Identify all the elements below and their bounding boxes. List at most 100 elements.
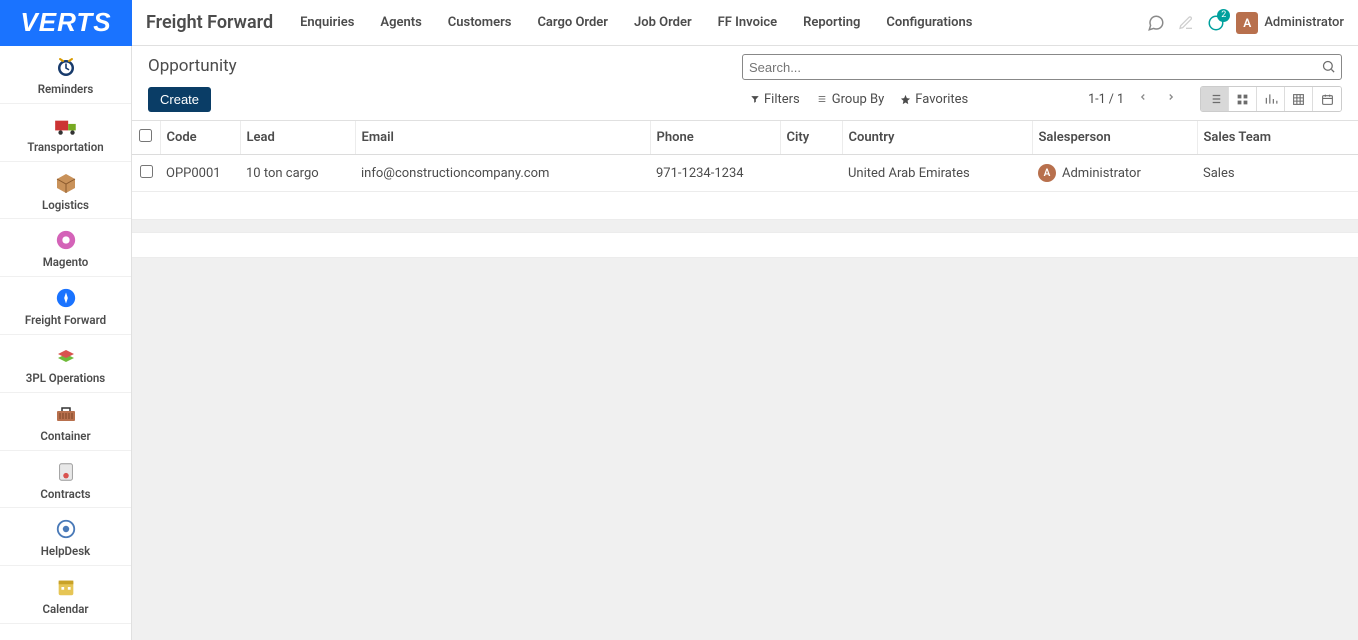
salesperson-name: Administrator [1062, 166, 1141, 181]
content-gap [132, 220, 1358, 232]
search-input[interactable] [742, 54, 1342, 80]
col-sales-team[interactable]: Sales Team [1197, 121, 1358, 155]
page-title: Opportunity [148, 54, 237, 76]
content-strip [132, 232, 1358, 258]
sidebar-label: HelpDesk [41, 545, 90, 559]
app-title[interactable]: Freight Forward [132, 12, 287, 33]
col-salesperson[interactable]: Salesperson [1032, 121, 1197, 155]
user-menu[interactable]: A Administrator [1236, 12, 1344, 34]
groupby-label: Group By [832, 92, 885, 107]
col-city[interactable]: City [780, 121, 842, 155]
col-lead[interactable]: Lead [240, 121, 355, 155]
sidebar-label: Container [40, 430, 90, 444]
sidebar-item-reminders[interactable]: Reminders [0, 46, 131, 104]
control-panel: Opportunity Create Filters Group By [132, 46, 1358, 121]
table-footer-row [132, 192, 1358, 220]
menu-customers[interactable]: Customers [435, 0, 525, 46]
calendar-icon [53, 574, 79, 600]
menu-job-order[interactable]: Job Order [621, 0, 705, 46]
view-switcher [1200, 86, 1342, 112]
support-icon [53, 516, 79, 542]
sidebar-item-3pl-operations[interactable]: 3PL Operations [0, 335, 131, 393]
avatar: A [1236, 12, 1258, 34]
menu-configurations[interactable]: Configurations [873, 0, 985, 46]
search-wrap [742, 54, 1342, 80]
sidebar-label: Magento [43, 256, 89, 270]
cell-country: United Arab Emirates [842, 155, 1032, 192]
col-code[interactable]: Code [160, 121, 240, 155]
pager-text: 1-1 / 1 [1088, 92, 1124, 107]
view-pivot-button[interactable] [1285, 87, 1313, 111]
filters-label: Filters [764, 92, 800, 107]
notifications-count: 2 [1217, 9, 1230, 22]
sidebar-item-container[interactable]: Container [0, 393, 131, 451]
menu-ff-invoice[interactable]: FF Invoice [705, 0, 790, 46]
sidebar-label: Reminders [38, 83, 94, 97]
menu-cargo-order[interactable]: Cargo Order [524, 0, 621, 46]
pager-prev[interactable] [1134, 89, 1152, 109]
create-button[interactable]: Create [148, 87, 211, 112]
view-calendar-button[interactable] [1313, 87, 1341, 111]
pager-next[interactable] [1162, 89, 1180, 109]
view-kanban-button[interactable] [1229, 87, 1257, 111]
username: Administrator [1264, 15, 1344, 30]
sidebar-item-magento[interactable]: Magento [0, 219, 131, 277]
cell-sales-team: Sales [1197, 155, 1358, 192]
top-navbar: VERTS Freight Forward Enquiries Agents C… [0, 0, 1358, 46]
sidebar-label: Logistics [42, 199, 89, 213]
cell-phone: 971-1234-1234 [650, 155, 780, 192]
discuss-icon[interactable] [1146, 13, 1166, 33]
sidebar-label: Freight Forward [25, 314, 106, 328]
sidebar-item-helpdesk[interactable]: HelpDesk [0, 508, 131, 566]
products-icon [53, 632, 79, 640]
container-icon [53, 401, 79, 427]
main-content: Opportunity Create Filters Group By [132, 46, 1358, 640]
menu-agents[interactable]: Agents [367, 0, 434, 46]
top-menu: Enquiries Agents Customers Cargo Order J… [287, 0, 985, 46]
menu-reporting[interactable]: Reporting [790, 0, 873, 46]
row-checkbox[interactable] [140, 165, 153, 178]
cell-lead: 10 ton cargo [240, 155, 355, 192]
sidebar-item-freight-forward[interactable]: Freight Forward [0, 277, 131, 335]
data-table: Code Lead Email Phone City Country Sales… [132, 121, 1358, 220]
menu-enquiries[interactable]: Enquiries [287, 0, 367, 46]
view-list-button[interactable] [1201, 87, 1229, 111]
filters-button[interactable]: Filters [742, 90, 808, 109]
notifications-icon[interactable]: 2 [1206, 13, 1226, 33]
clock-icon [53, 54, 79, 80]
cell-salesperson: A Administrator [1032, 155, 1197, 192]
sidebar-item-transportation[interactable]: Transportation [0, 104, 131, 162]
sidebar-item-logistics[interactable]: Logistics [0, 162, 131, 220]
cell-city [780, 155, 842, 192]
magento-icon [53, 227, 79, 253]
salesperson-avatar: A [1038, 164, 1056, 182]
sidebar-item-calendar[interactable]: Calendar [0, 566, 131, 624]
sidebar-item-contracts[interactable]: Contracts [0, 451, 131, 509]
groupby-button[interactable]: Group By [808, 90, 893, 109]
app-sidebar: Reminders Transportation Logistics Magen… [0, 46, 132, 640]
brand-logo[interactable]: VERTS [0, 0, 132, 46]
col-phone[interactable]: Phone [650, 121, 780, 155]
search-icon[interactable] [1321, 59, 1336, 78]
nav-right: 2 A Administrator [1146, 0, 1358, 46]
select-all-checkbox[interactable] [139, 129, 152, 142]
cell-email: info@constructioncompany.com [355, 155, 650, 192]
document-icon [53, 459, 79, 485]
sidebar-label: Transportation [27, 141, 103, 155]
sidebar-label: Contracts [40, 488, 90, 502]
col-country[interactable]: Country [842, 121, 1032, 155]
filter-bar: Filters Group By Favorites 1-1 / 1 [742, 86, 1342, 112]
table-header-row: Code Lead Email Phone City Country Sales… [132, 121, 1358, 155]
sidebar-label: Calendar [42, 603, 88, 617]
box-icon [53, 170, 79, 196]
sidebar-item-products[interactable]: Products [0, 624, 131, 640]
view-graph-button[interactable] [1257, 87, 1285, 111]
layers-icon [53, 343, 79, 369]
edit-icon[interactable] [1176, 13, 1196, 33]
truck-icon [53, 112, 79, 138]
col-email[interactable]: Email [355, 121, 650, 155]
pager: 1-1 / 1 [1088, 86, 1342, 112]
favorites-button[interactable]: Favorites [892, 90, 976, 109]
table-row[interactable]: OPP0001 10 ton cargo info@constructionco… [132, 155, 1358, 192]
compass-icon [53, 285, 79, 311]
